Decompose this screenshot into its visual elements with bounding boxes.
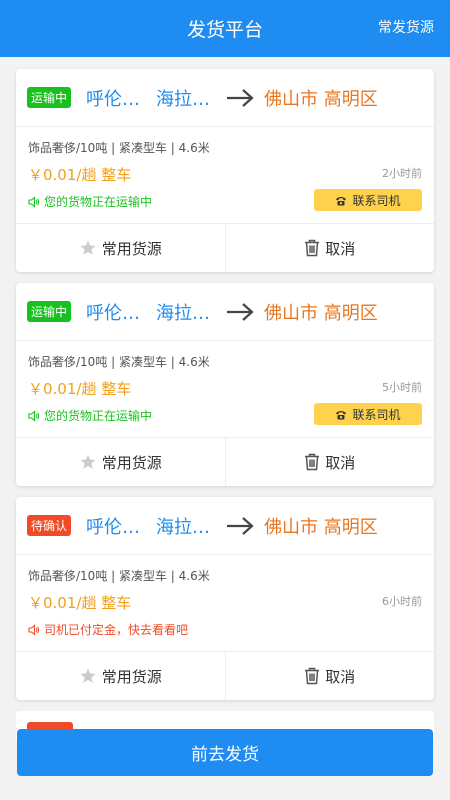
status-badge: 运输中: [27, 301, 72, 322]
order-card[interactable]: 待确认 呼伦… 海拉… 佛山市 高明区 饰品奢侈/10吨 | 紧凑型车 | 4.…: [16, 497, 434, 700]
contact-driver-button[interactable]: 联系司机: [314, 403, 422, 425]
cancel-button[interactable]: 取消: [224, 652, 435, 700]
star-icon: [80, 454, 96, 469]
order-info: 饰品奢侈/10吨 | 紧凑型车 | 4.6米 ￥0.01/趟 整车 您的货物正在…: [16, 341, 434, 438]
trash-icon: [305, 239, 320, 257]
cargo-spec: 饰品奢侈/10吨 | 紧凑型车 | 4.6米: [28, 569, 210, 583]
phone-icon: [336, 410, 347, 419]
cancel-label: 取消: [325, 667, 356, 686]
order-status: 司机已付定金，快去看看吧: [28, 621, 422, 638]
speaker-icon: [28, 409, 40, 422]
favorite-source-button[interactable]: 常用货源: [16, 438, 225, 486]
cancel-button[interactable]: 取消: [224, 438, 435, 486]
order-card[interactable]: 运输中 呼伦… 海拉… 佛山市 高明区 饰品奢侈/10吨 | 紧凑型车 | 4.…: [16, 283, 434, 486]
post-time: 2小时前: [382, 167, 422, 180]
post-time: 6小时前: [382, 595, 422, 608]
star-icon: [80, 240, 96, 255]
origin-city: 呼伦…: [86, 88, 141, 110]
destination: 佛山市 高明区: [264, 302, 378, 324]
page-title: 发货平台: [186, 19, 263, 41]
route-row: 运输中 呼伦… 海拉… 佛山市 高明区: [16, 69, 434, 127]
status-badge: 待确认: [27, 515, 72, 536]
cargo-spec: 饰品奢侈/10吨 | 紧凑型车 | 4.6米: [28, 355, 210, 369]
status-badge: 运输中: [27, 87, 72, 108]
arrow-right-icon: [226, 302, 254, 321]
card-actions: 常用货源 取消: [16, 224, 434, 272]
order-info: 饰品奢侈/10吨 | 紧凑型车 | 4.6米 ￥0.01/趟 整车 司机已付定金…: [16, 555, 434, 652]
status-text: 您的货物正在运输中: [44, 195, 153, 209]
card-actions: 常用货源 取消: [16, 652, 434, 700]
order-list: 运输中 呼伦… 海拉… 佛山市 高明区 饰品奢侈/10吨 | 紧凑型车 | 4.…: [16, 69, 434, 741]
favorite-label: 常用货源: [101, 239, 162, 258]
origin-city: 呼伦…: [86, 516, 141, 538]
speaker-icon: [28, 623, 40, 636]
route-row: 待确认 呼伦… 海拉… 佛山市 高明区: [16, 497, 434, 555]
arrow-right-icon: [226, 88, 254, 107]
cancel-button[interactable]: 取消: [224, 224, 435, 272]
star-icon: [80, 668, 96, 683]
contact-driver-label: 联系司机: [352, 407, 401, 422]
contact-driver-label: 联系司机: [352, 193, 401, 208]
cancel-label: 取消: [325, 239, 356, 258]
favorite-label: 常用货源: [101, 453, 162, 472]
status-text: 司机已付定金，快去看看吧: [44, 623, 189, 637]
price: ￥0.01/趟 整车: [28, 594, 132, 612]
origin-district: 海拉…: [156, 516, 211, 538]
price: ￥0.01/趟 整车: [28, 380, 132, 398]
trash-icon: [305, 667, 320, 685]
favorite-label: 常用货源: [101, 667, 162, 686]
cancel-label: 取消: [325, 453, 356, 472]
destination: 佛山市 高明区: [264, 516, 378, 538]
post-time: 5小时前: [382, 381, 422, 394]
order-card[interactable]: 运输中 呼伦… 海拉… 佛山市 高明区 饰品奢侈/10吨 | 紧凑型车 | 4.…: [16, 69, 434, 272]
status-text: 您的货物正在运输中: [44, 409, 153, 423]
go-ship-button[interactable]: 前去发货: [17, 729, 433, 776]
card-actions: 常用货源 取消: [16, 438, 434, 486]
origin-district: 海拉…: [156, 302, 211, 324]
trash-icon: [305, 453, 320, 471]
speaker-icon: [28, 195, 40, 208]
phone-icon: [336, 196, 347, 205]
favorite-source-button[interactable]: 常用货源: [16, 224, 225, 272]
destination: 佛山市 高明区: [264, 88, 378, 110]
price: ￥0.01/趟 整车: [28, 166, 132, 184]
origin-city: 呼伦…: [86, 302, 141, 324]
frequent-sources-link[interactable]: 常发货源: [378, 0, 434, 57]
arrow-right-icon: [226, 516, 254, 535]
origin-district: 海拉…: [156, 88, 211, 110]
top-bar: 发货平台 常发货源: [0, 0, 450, 57]
contact-driver-button[interactable]: 联系司机: [314, 189, 422, 211]
order-info: 饰品奢侈/10吨 | 紧凑型车 | 4.6米 ￥0.01/趟 整车 您的货物正在…: [16, 127, 434, 224]
cargo-spec: 饰品奢侈/10吨 | 紧凑型车 | 4.6米: [28, 141, 210, 155]
route-row: 运输中 呼伦… 海拉… 佛山市 高明区: [16, 283, 434, 341]
favorite-source-button[interactable]: 常用货源: [16, 652, 225, 700]
